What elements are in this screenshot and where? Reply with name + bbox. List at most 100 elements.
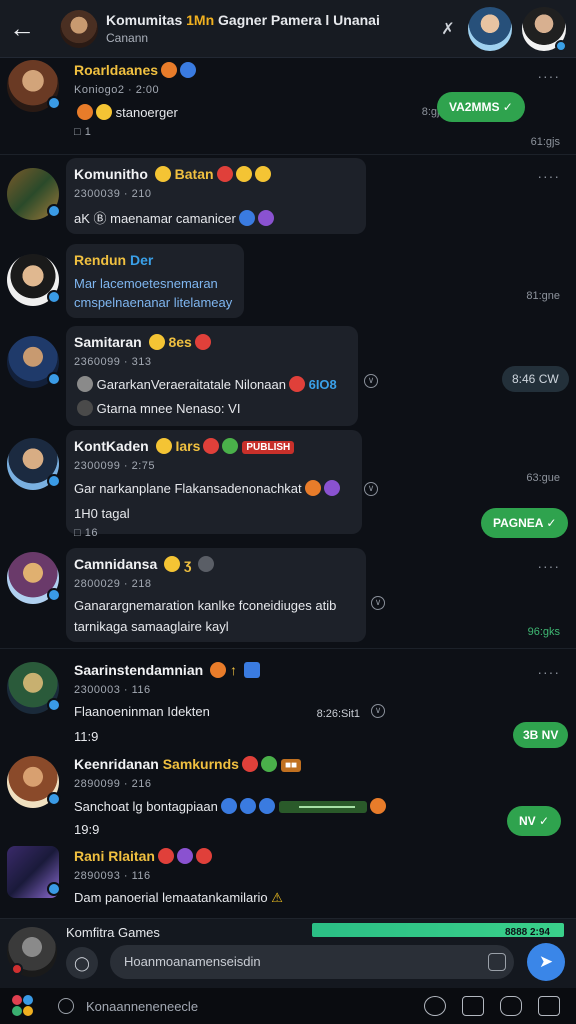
send-button[interactable]: ➤ [527,943,565,981]
sender-name-text: Camnidansa [74,556,158,572]
reaction-count[interactable]: □ 16 [74,527,354,539]
reply-pill-label: VA2MMS [449,100,500,114]
reply-pill[interactable]: PAGNEA ✓ [481,508,569,538]
reply-pill[interactable]: 8:46 CW [502,366,569,392]
emoji-icon [195,848,212,864]
message-time: 96:gks [527,626,560,638]
emoji-icon [254,166,271,182]
more-options-icon[interactable]: ···· [537,664,560,680]
user-avatar[interactable] [7,336,61,388]
message-input-placeholder: Hoanmoanamenseisdin [124,954,261,969]
reply-pill-label: PAGNEA [493,516,544,530]
image-icon[interactable] [462,996,484,1016]
message-text-line2: 1H0 tagal [74,506,130,521]
group-title-rest: Gagner Pamera l Unanai [218,12,380,28]
sender-name-text: Roarldaanes [74,62,159,78]
user-avatar[interactable] [7,756,61,808]
message-meta: 2300039 · 210 [74,188,152,200]
message-bubble: Komunitho Batan 2300039 · 210 aK Ⓑ maena… [66,158,366,234]
message-text: Dam panoerial lemaatankamilario ⚠ [74,890,283,906]
group-subtitle: Canann [106,31,149,45]
chat-icon[interactable] [424,996,446,1016]
app-logo-icon[interactable] [12,995,34,1017]
shield-icon[interactable]: ∨ [371,704,385,718]
message-meta: 2890099 · 216 [74,778,152,790]
shield-icon[interactable]: ∨ [364,482,378,496]
message-bubble: Roarldaanes Koniogo2 · 2:00 stanoerger □… [66,58,204,146]
sender-name-text: Rendun [74,252,127,268]
emoji-icon [257,210,274,226]
edit-icon[interactable] [538,996,560,1016]
user-avatar[interactable] [7,846,61,898]
sender-name[interactable]: Keenridanan Samkurnds ■■ [74,756,386,772]
emoji-icon [194,334,211,350]
emoji-icon [304,480,321,496]
sender-name[interactable]: Komunitho Batan [74,166,358,182]
message-meta: 2800029 · 218 [74,578,152,590]
sender-name[interactable]: KontKaden Iars PUBLISH [74,438,354,454]
message-text-content: Dam panoerial lemaatankamilario [74,890,268,905]
emoji-icon [288,376,305,392]
reaction-count[interactable]: □ 1 [74,126,196,138]
message-feed[interactable]: Roarldaanes Koniogo2 · 2:00 stanoerger □… [0,58,576,918]
attach-icon[interactable] [488,953,506,971]
member-avatar[interactable] [468,6,512,51]
message-text-content: stanoerger [115,105,178,120]
user-avatar[interactable] [7,552,61,604]
shield-icon[interactable]: ∨ [371,596,385,610]
verified-badge-icon [47,588,61,602]
message-meta: 2360099 · 313 [74,356,152,368]
sender-name[interactable]: Rendun Der [74,252,236,268]
message-text: Sanchoat lg bontagpiaan [74,798,386,814]
share-icon[interactable] [500,996,522,1016]
search-label[interactable]: Konaanneneneecle [86,999,424,1014]
reply-pill[interactable]: VA2MMS ✓ [437,92,525,122]
sender-name[interactable]: Rani Rlaitan [74,848,283,864]
member-avatar[interactable] [522,6,567,52]
sender-name[interactable]: Camnidansa ʒ [74,556,358,572]
shield-icon[interactable]: ◯ [66,947,98,979]
sender-name[interactable]: Roarldaanes [74,62,197,78]
header-text[interactable]: Komumitas 1Mn Gagner Pamera l Unanai Can… [106,12,428,45]
message-text-line2: 11:9 [74,729,99,744]
sender-name-text: KontKaden [74,438,149,454]
emoji-icon [176,848,193,864]
emoji-icon [157,848,174,864]
more-options-icon[interactable]: ···· [537,68,560,84]
verified-badge-icon [47,882,61,896]
message-text: Mar lacemoetesnemaran [74,276,218,291]
message-text-line2: cmspelnaenanar litelameay [74,295,233,310]
message-bubble: Rani Rlaitan 2890093 · 116 Dam panoerial… [66,840,291,914]
more-options-icon[interactable]: ···· [537,168,560,184]
message-input[interactable]: Hoanmoanamenseisdin [110,945,514,979]
attachment-progress [278,801,367,813]
composer: Komfitra Games 8888 2:94 ◯ Hoanmoanamens… [0,918,576,988]
sender-name[interactable]: Samitaran 8es [74,334,350,350]
message-meta: Koniogo2 · 2:00 [74,84,160,96]
reply-pill-label: 8:46 CW [512,372,559,386]
group-title: Komumitas 1Mn Gagner Pamera l Unanai [106,12,428,28]
user-avatar[interactable] [7,254,61,306]
message-time: 61:gjs [530,136,560,148]
user-avatar[interactable] [7,662,61,714]
emoji-icon [235,166,252,182]
sender-tag: ʒ [184,556,192,572]
back-arrow-icon[interactable]: ← [0,0,44,58]
reply-pill[interactable]: NV ✓ [507,806,562,836]
search-icon[interactable] [58,998,74,1014]
composer-avatar[interactable] [7,927,57,977]
mute-icon[interactable]: ✗ [428,19,468,39]
reply-pill[interactable]: 3B NV [513,722,569,748]
emoji-icon [154,166,171,182]
message-meta: 2890093 · 116 [74,870,151,882]
user-avatar[interactable] [7,438,61,490]
group-title-accent: 1Mn [186,12,215,28]
sender-name[interactable]: Saarinstendamnian ↑ [74,662,260,678]
message-text-content: Sanchoat lg bontagpiaan [74,799,218,814]
group-avatar[interactable] [60,9,98,48]
more-options-icon[interactable]: ···· [537,558,560,574]
upload-progress-bar: 8888 2:94 [312,923,564,938]
user-avatar[interactable] [7,168,61,220]
shield-icon[interactable]: ∨ [364,374,378,388]
user-avatar[interactable] [7,60,61,112]
